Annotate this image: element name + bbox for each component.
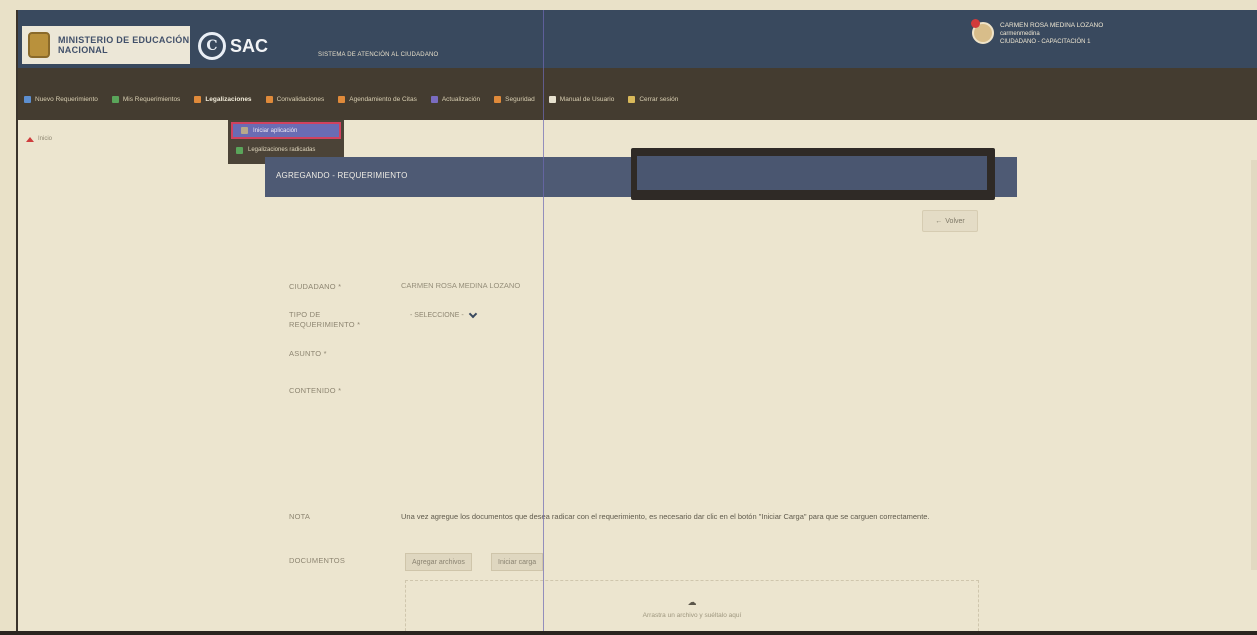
nav-item-actualizacion[interactable]: Actualización (430, 96, 481, 103)
arrow-icon (194, 96, 202, 103)
nav-item-label: Agendamiento de Citas (349, 96, 417, 103)
user-role: CIUDADANO - CAPACITACIÓN 1 (1000, 39, 1091, 45)
dropdown-item-label: Iniciar aplicación (253, 127, 298, 134)
nav-item-label: Actualización (441, 96, 481, 103)
sac-logo[interactable]: C SAC (198, 32, 268, 60)
documentos-label: DOCUMENTOS (289, 556, 346, 565)
nota-label: NOTA (289, 512, 311, 521)
nav-item-legalizaciones[interactable]: Legalizaciones (194, 96, 252, 103)
system-name: SISTEMA DE ATENCIÓN AL CIUDADANO (318, 52, 439, 58)
home-icon (26, 136, 34, 142)
document-plus-icon (24, 96, 31, 103)
user-name: CARMEN ROSA MEDINA LOZANO (1000, 22, 1104, 29)
start-upload-button[interactable]: Iniciar carga (491, 553, 544, 571)
breadcrumb[interactable]: Inicio (26, 136, 52, 142)
tipo-label-line-1: TIPO DE (289, 310, 321, 319)
top-header: MINISTERIO DE EDUCACIÓN NACIONAL C SAC S… (18, 10, 1257, 68)
nav-item-label: Cerrar sesión (639, 96, 679, 103)
tipo-select-value: - SELECCIONE - (410, 312, 464, 319)
user-username: carmenmedina (1000, 31, 1040, 37)
tipo-requerimiento-select[interactable]: - SELECCIONE - (410, 309, 477, 319)
back-button[interactable]: ← Volver (922, 210, 978, 232)
add-files-button[interactable]: Agregar archivos (405, 553, 472, 571)
user-menu[interactable]: CARMEN ROSA MEDINA LOZANO carmenmedina C… (971, 19, 1104, 46)
vertical-scrollbar[interactable] (1251, 160, 1257, 570)
page-title: AGREGANDO - REQUERIMIENTO (276, 171, 408, 180)
dropzone-text: Arrastra un archivo y suéltalo aquí (642, 612, 742, 619)
tipo-label-line-2: REQUERIMIENTO * (289, 320, 361, 329)
cloud-upload-icon: ☁ (687, 597, 697, 607)
ministry-line-2: NACIONAL (58, 45, 108, 55)
nav-item-label: Manual de Usuario (559, 96, 615, 103)
arrow-left-icon: ← (935, 217, 943, 225)
nav-items: Nuevo Requerimiento Mis Requerimientos L… (24, 96, 678, 103)
logout-icon (628, 96, 636, 103)
list-icon (236, 146, 243, 154)
nav-item-cerrar-sesion[interactable]: Cerrar sesión (628, 96, 678, 103)
nav-item-convalidaciones[interactable]: Convalidaciones (265, 96, 325, 103)
ministry-line-1: MINISTERIO DE EDUCACIÓN (58, 35, 190, 45)
book-icon (548, 96, 556, 103)
list-icon (111, 96, 119, 103)
asunto-label: ASUNTO * (289, 349, 327, 358)
arrow-icon (241, 127, 248, 134)
nav-item-manual[interactable]: Manual de Usuario (548, 96, 615, 103)
sac-circle-icon: C (198, 32, 226, 60)
nav-item-label: Mis Requerimientos (122, 96, 181, 103)
ciudadano-value: CARMEN ROSA MEDINA LOZANO (401, 281, 521, 290)
coat-of-arms-icon (28, 32, 50, 58)
breadcrumb-label: Inicio (38, 136, 53, 142)
avatar[interactable] (971, 19, 994, 44)
notification-badge-icon (971, 19, 980, 28)
arrow-icon (338, 96, 346, 103)
nav-item-mis-requerimientos[interactable]: Mis Requerimientos (111, 96, 181, 103)
nav-item-label: Seguridad (505, 96, 535, 103)
app-screen: MINISTERIO DE EDUCACIÓN NACIONAL C SAC S… (16, 10, 1257, 632)
ciudadano-label: CIUDADANO * (289, 282, 342, 291)
nav-item-label: Nuevo Requerimiento (35, 96, 98, 103)
back-button-label: Volver (945, 217, 965, 225)
arrow-icon (430, 96, 438, 103)
dropdown-item-iniciar-aplicacion[interactable]: Iniciar aplicación (231, 122, 341, 139)
nav-item-label: Legalizaciones (205, 96, 252, 103)
scan-guide-line (543, 10, 544, 632)
main-nav: Nuevo Requerimiento Mis Requerimientos L… (18, 68, 1257, 120)
nav-item-nuevo-requerimiento[interactable]: Nuevo Requerimiento (24, 96, 98, 103)
nota-text: Una vez agregue los documentos que desea… (401, 512, 930, 521)
paper-bottom-edge (0, 631, 1257, 635)
arrow-icon (494, 96, 502, 103)
app-name: SAC (230, 35, 269, 56)
nav-item-agendamiento[interactable]: Agendamiento de Citas (338, 96, 417, 103)
ministry-logo[interactable]: MINISTERIO DE EDUCACIÓN NACIONAL (22, 26, 190, 64)
arrow-icon (265, 96, 273, 103)
nav-item-seguridad[interactable]: Seguridad (494, 96, 535, 103)
contenido-label: CONTENIDO * (289, 386, 342, 395)
redaction-box (631, 148, 995, 200)
dropdown-item-label: Legalizaciones radicadas (248, 147, 316, 153)
chevron-down-icon (468, 309, 477, 319)
nav-item-label: Convalidaciones (276, 96, 325, 103)
file-dropzone[interactable]: ☁ Arrastra un archivo y suéltalo aquí (405, 580, 979, 632)
